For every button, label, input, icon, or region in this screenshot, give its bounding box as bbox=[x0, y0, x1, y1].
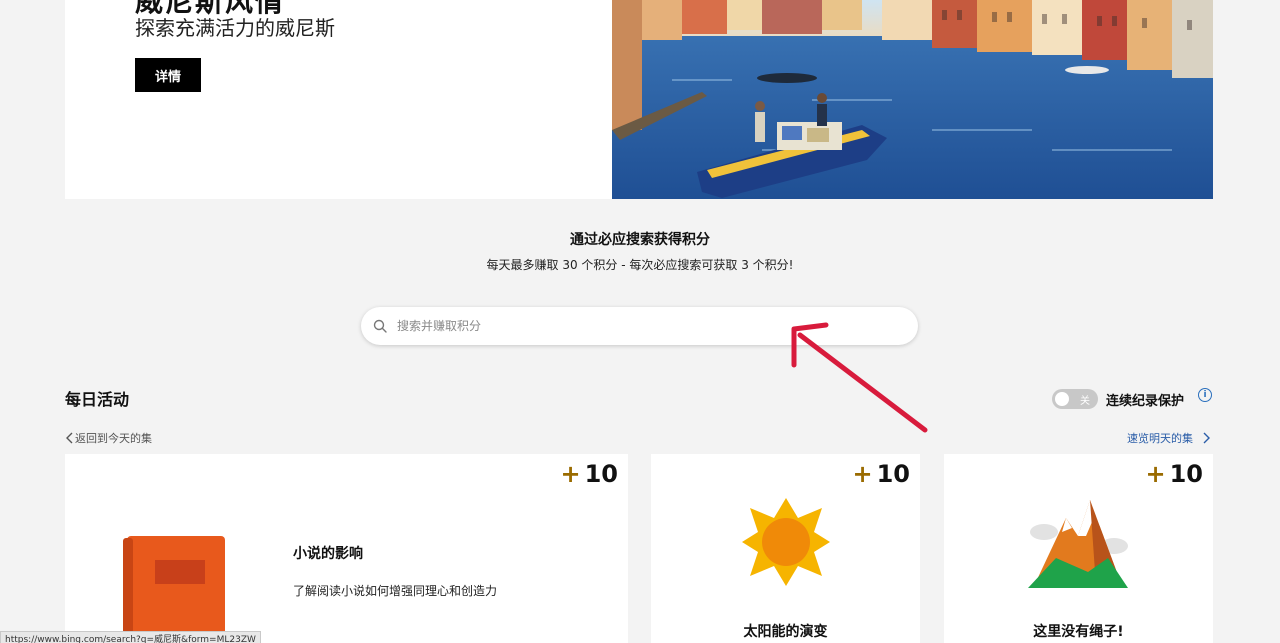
details-button[interactable]: 详情 bbox=[135, 58, 201, 92]
card-points: +10 bbox=[560, 460, 618, 488]
activity-card-ropes[interactable]: +10 这里没有绳子! bbox=[944, 454, 1213, 643]
streak-protection-control: 关 连续纪录保护 bbox=[1052, 389, 1184, 409]
toggle-knob bbox=[1055, 392, 1069, 406]
hero-banner: 威尼斯风情 探索充满活力的威尼斯 详情 bbox=[65, 0, 1213, 199]
info-icon[interactable]: i bbox=[1198, 388, 1212, 402]
streak-protection-label: 连续纪录保护 bbox=[1106, 393, 1185, 409]
back-link-label: 返回到今天的集 bbox=[75, 432, 152, 445]
search-box[interactable] bbox=[361, 307, 918, 345]
card-title: 太阳能的演变 bbox=[743, 624, 828, 640]
book-icon bbox=[123, 536, 225, 643]
status-bar-url: https://www.bing.com/search?q=威尼斯&form=M… bbox=[0, 631, 261, 643]
points-subheading: 每天最多赚取 30 个积分 - 每次必应搜索可获取 3 个积分! bbox=[486, 258, 794, 272]
chevron-right-icon bbox=[1203, 432, 1210, 444]
points-heading: 通过必应搜索获得积分 bbox=[570, 232, 710, 248]
venice-canal-image bbox=[612, 0, 1213, 199]
toggle-state-label: 关 bbox=[1080, 396, 1090, 407]
card-title: 小说的影响 bbox=[293, 546, 363, 562]
streak-protection-toggle[interactable]: 关 bbox=[1052, 389, 1098, 409]
chevron-left-icon bbox=[66, 432, 73, 444]
search-input[interactable] bbox=[397, 319, 877, 333]
search-icon bbox=[373, 319, 387, 333]
card-description: 了解阅读小说如何增强同理心和创造力 bbox=[293, 584, 498, 598]
card-title: 这里没有绳子! bbox=[1033, 624, 1124, 640]
activity-card-novels[interactable]: +10 小说的影响 了解阅读小说如何增强同理心和创造力 bbox=[65, 454, 628, 643]
mountain-icon bbox=[1028, 500, 1128, 588]
next-link-label: 速览明天的集 bbox=[1127, 432, 1193, 445]
preview-tomorrow-link[interactable]: 速览明天的集 bbox=[1127, 430, 1213, 446]
daily-activities-title: 每日活动 bbox=[65, 390, 130, 409]
sun-icon bbox=[742, 498, 830, 586]
card-points: +10 bbox=[852, 460, 910, 488]
card-points: +10 bbox=[1145, 460, 1203, 488]
activity-card-solar[interactable]: +10 太阳能的演变 bbox=[651, 454, 920, 643]
back-to-today-link[interactable]: 返回到今天的集 bbox=[65, 430, 152, 446]
hero-subtitle: 探索充满活力的威尼斯 bbox=[135, 16, 335, 40]
